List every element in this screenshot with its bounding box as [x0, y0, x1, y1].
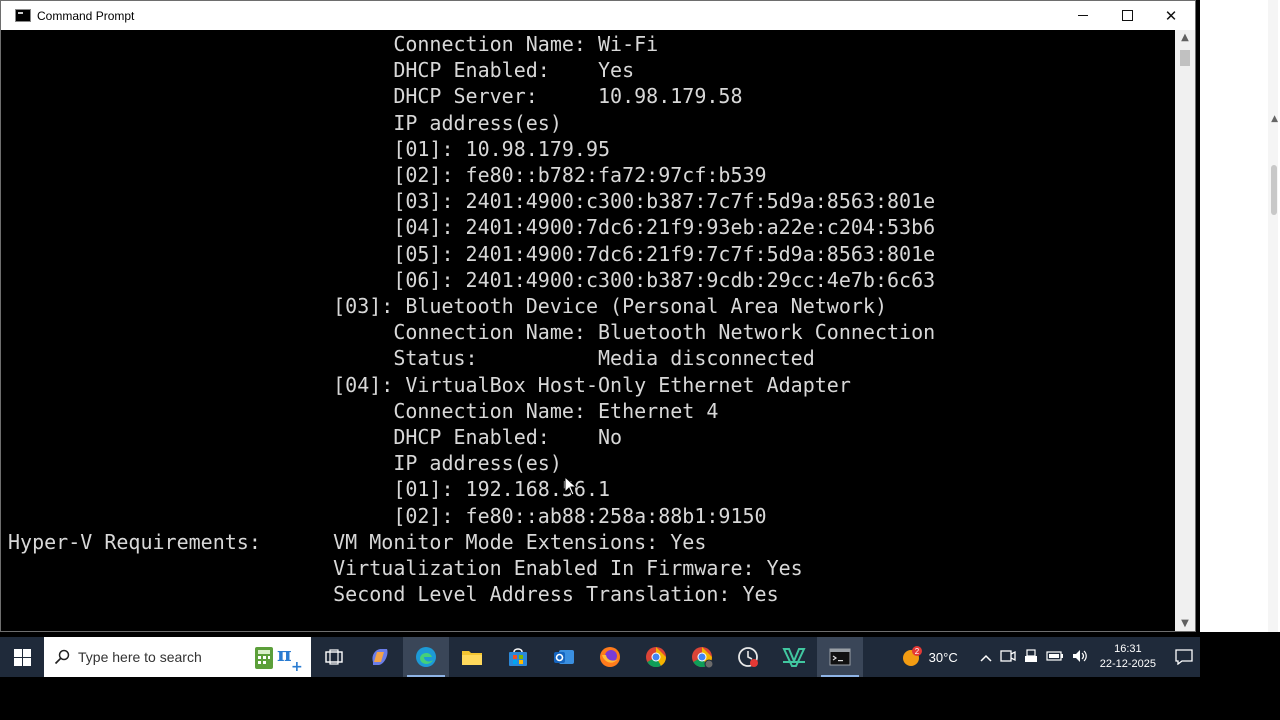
taskbar: Type here to search π + 2 30°C 16:31 22-…	[0, 637, 1200, 677]
volume-speaker-icon[interactable]	[1072, 649, 1088, 666]
console-line: Connection Name: Ethernet 4	[8, 398, 719, 423]
firefox-button[interactable]	[587, 637, 633, 677]
console-line: DHCP Enabled: No	[8, 425, 623, 450]
console-line: IP address(es)	[8, 451, 562, 476]
console-line: [02]: fe80::b782:fa72:97cf:b539	[8, 163, 767, 188]
maximize-icon	[1121, 10, 1133, 21]
minimize-icon	[1078, 15, 1088, 16]
console-line: [01]: 10.98.179.95	[8, 136, 611, 161]
background-scroll-thumb	[1271, 165, 1277, 215]
console-line: Virtualization Enabled In Firmware: Yes	[8, 556, 803, 581]
maximize-button[interactable]	[1105, 1, 1149, 30]
vertical-scrollbar[interactable]: ▲ ▼	[1175, 30, 1195, 631]
chrome-button[interactable]	[633, 637, 679, 677]
v-app-icon	[782, 648, 806, 667]
show-hidden-icons-chevron-up-icon[interactable]	[980, 650, 992, 665]
console-line: [03]: Bluetooth Device (Personal Area Ne…	[8, 294, 887, 319]
scroll-down-icon[interactable]: ▼	[1175, 618, 1195, 629]
console-line: [03]: 2401:4900:c300:b387:7c7f:5d9a:8563…	[8, 189, 936, 214]
title-bar[interactable]: Command Prompt ✕	[1, 1, 1195, 30]
recorder-icon	[738, 647, 758, 667]
console-line: Hyper-V Requirements: VM Monitor Mode Ex…	[8, 529, 707, 554]
console-line: DHCP Enabled: Yes	[8, 58, 635, 83]
window-title: Command Prompt	[37, 8, 135, 23]
console-line: Status: Media disconnected	[8, 346, 815, 371]
outlook-button[interactable]	[541, 637, 587, 677]
close-button[interactable]: ✕	[1149, 1, 1193, 30]
microsoft-store-button[interactable]	[495, 637, 541, 677]
weather-widget[interactable]: 2 30°C	[901, 646, 976, 668]
edge-icon	[416, 647, 436, 667]
background-scrollbar	[1268, 0, 1278, 632]
console-line: [04]: 2401:4900:7dc6:21f9:93eb:a22e:c204…	[8, 215, 936, 240]
cmd-icon	[829, 648, 851, 666]
folder-icon	[462, 651, 482, 665]
task-view-button[interactable]	[311, 637, 357, 677]
edge-browser-button[interactable]	[403, 637, 449, 677]
meet-now-camera-icon[interactable]	[1000, 649, 1016, 666]
notification-icon	[1175, 649, 1193, 665]
clock-time: 16:31	[1114, 643, 1142, 655]
screen-bottom-area	[0, 677, 1280, 720]
console-line: Second Level Address Translation: Yes	[8, 582, 779, 607]
copilot-button[interactable]	[357, 637, 403, 677]
windows-logo-icon	[13, 648, 31, 666]
console-line: DHCP Server: 10.98.179.58	[8, 84, 743, 109]
vs-code-like-button[interactable]	[771, 637, 817, 677]
console-line: Connection Name: Wi-Fi	[8, 32, 659, 56]
weather-temperature: 30°C	[928, 649, 958, 665]
console-line: IP address(es)	[8, 110, 562, 135]
console-line: [05]: 2401:4900:7dc6:21f9:7c7f:5d9a:8563…	[8, 241, 936, 266]
scroll-up-icon[interactable]: ▲	[1175, 32, 1195, 43]
console-line: [06]: 2401:4900:c300:b387:9cdb:29cc:4e7b…	[8, 267, 936, 292]
background-window: ▲	[1200, 0, 1280, 632]
battery-icon[interactable]	[1046, 650, 1064, 665]
start-button[interactable]	[0, 637, 44, 677]
console-line: [02]: fe80::ab88:258a:88b1:9150	[8, 503, 767, 528]
svg-text:+: +	[291, 659, 303, 673]
background-scroll-up-icon: ▲	[1271, 114, 1278, 124]
store-icon	[509, 648, 527, 666]
command-prompt-window[interactable]: Command Prompt ✕ Connection Name: Wi-Fi …	[0, 0, 1196, 632]
scroll-thumb[interactable]	[1180, 50, 1190, 66]
svg-text:π: π	[277, 642, 292, 666]
chrome-profile-button[interactable]	[679, 637, 725, 677]
taskbar-clock[interactable]: 16:31 22-12-2025	[1100, 642, 1156, 672]
chrome-icon	[646, 647, 667, 668]
close-icon: ✕	[1164, 6, 1178, 25]
console-line: [01]: 192.168.56.1	[8, 477, 611, 502]
mouse-cursor-icon	[564, 476, 578, 496]
usb-drive-icon[interactable]	[1024, 648, 1038, 666]
screen-recorder-button[interactable]	[725, 637, 771, 677]
cmd-app-icon	[15, 9, 31, 22]
console-text: Connection Name: Wi-Fi DHCP Enabled: Yes…	[8, 31, 1176, 607]
task-view-icon	[325, 649, 343, 665]
weather-badge-count: 2	[914, 647, 919, 656]
search-highlight-calculator-pi-icon: π +	[255, 642, 303, 673]
console-output[interactable]: Connection Name: Wi-Fi DHCP Enabled: Yes…	[8, 31, 1176, 631]
copilot-icon	[372, 649, 388, 665]
chrome-profile-icon	[692, 647, 713, 668]
search-placeholder: Type here to search	[78, 649, 202, 665]
console-line: Connection Name: Bluetooth Network Conne…	[8, 320, 936, 345]
system-tray: 2 30°C 16:31 22-12-2025	[901, 637, 1200, 677]
search-icon	[54, 649, 70, 665]
weather-sun-icon: 2	[902, 646, 922, 666]
firefox-icon	[600, 647, 620, 667]
file-explorer-button[interactable]	[449, 637, 495, 677]
taskbar-search-box[interactable]: Type here to search π +	[44, 637, 311, 677]
clock-date: 22-12-2025	[1099, 658, 1156, 670]
command-prompt-taskbar-button[interactable]	[817, 637, 863, 677]
console-line: [04]: VirtualBox Host-Only Ethernet Adap…	[8, 372, 851, 397]
action-center-button[interactable]	[1168, 637, 1200, 677]
outlook-icon	[554, 650, 574, 664]
minimize-button[interactable]	[1061, 1, 1105, 30]
